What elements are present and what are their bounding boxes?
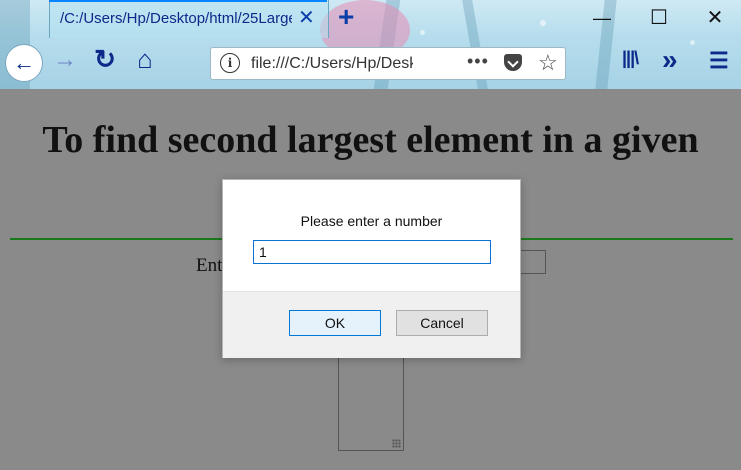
page-heading: To find second largest element in a give… bbox=[42, 119, 699, 161]
tab-title[interactable]: /C:/Users/Hp/Desktop/html/25Largest bbox=[60, 10, 292, 27]
maximize-icon[interactable]: ☐ bbox=[644, 5, 674, 31]
resize-grip-icon[interactable] bbox=[392, 439, 401, 448]
minimize-icon[interactable]: — bbox=[587, 5, 617, 31]
browser-chrome: /C:/Users/Hp/Desktop/html/25Largest ✕ + … bbox=[0, 0, 741, 89]
forward-arrow-icon[interactable]: → bbox=[50, 46, 80, 74]
prompt-input[interactable] bbox=[253, 240, 491, 264]
ok-button[interactable]: OK bbox=[289, 310, 381, 336]
tab-close-icon[interactable]: ✕ bbox=[298, 7, 315, 29]
nav-toolbar: ← → ↻ ⌂ i file:///C:/Users/Hp/Desktop/ht… bbox=[0, 38, 741, 89]
bookmark-star-icon[interactable]: ☆ bbox=[538, 50, 558, 76]
url-bar[interactable]: i file:///C:/Users/Hp/Desktop/html/25Lar… bbox=[210, 47, 566, 80]
cancel-button[interactable]: Cancel bbox=[396, 310, 488, 336]
window-close-icon[interactable]: ✕ bbox=[700, 5, 730, 31]
overflow-chevron-icon[interactable]: » bbox=[662, 44, 678, 76]
back-arrow-icon[interactable]: ← bbox=[5, 44, 43, 82]
tab-accent bbox=[49, 0, 327, 2]
result-textarea[interactable] bbox=[338, 356, 404, 451]
library-icon[interactable]: |||\ bbox=[622, 48, 639, 69]
new-tab-icon[interactable]: + bbox=[338, 3, 354, 31]
pocket-icon[interactable] bbox=[504, 54, 522, 71]
home-icon[interactable]: ⌂ bbox=[130, 44, 160, 75]
dialog-message: Please enter a number bbox=[300, 213, 443, 229]
url-text[interactable]: file:///C:/Users/Hp/Desktop/html/25Large… bbox=[251, 55, 413, 73]
dialog-footer: OK Cancel bbox=[223, 291, 520, 358]
hamburger-menu-icon[interactable]: ☰ bbox=[709, 48, 729, 74]
reload-icon[interactable]: ↻ bbox=[90, 44, 120, 75]
page-actions-icon[interactable]: ••• bbox=[467, 51, 489, 72]
field-label: Enter bbox=[196, 255, 224, 276]
prompt-dialog: Please enter a number OK Cancel bbox=[222, 179, 521, 358]
site-info-icon[interactable]: i bbox=[220, 53, 240, 73]
